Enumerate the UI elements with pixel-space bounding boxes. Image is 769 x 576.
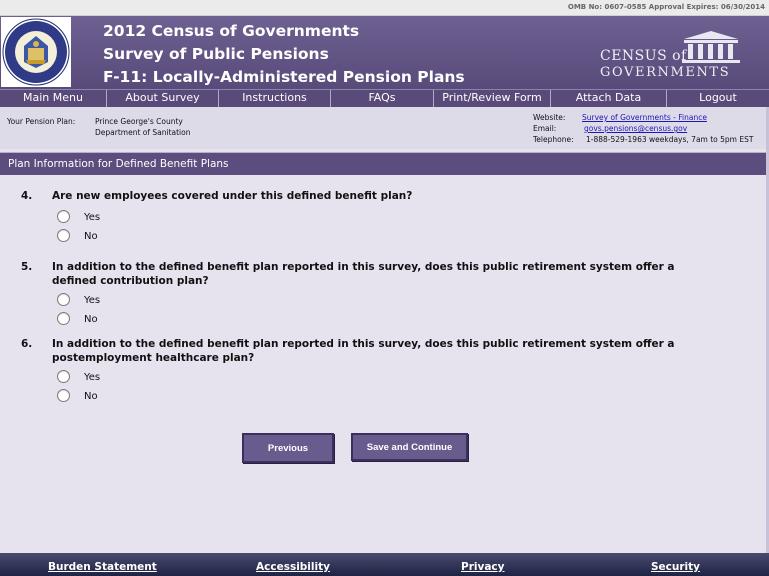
capitol-columns-icon [682,31,740,63]
question-6-number: 6. [21,338,33,350]
question-6-yes-radio[interactable] [57,370,70,383]
previous-button[interactable]: Previous [242,433,334,463]
accessibility-link[interactable]: Accessibility [256,561,330,573]
header-title-line1: 2012 Census of Governments [103,22,360,40]
website-link[interactable]: Survey of Governments - Finance [582,113,707,122]
pension-plan-info: Your Pension Plan: Prince George's Count… [0,107,769,149]
email-link[interactable]: govs.pensions@census.gov [584,124,687,133]
privacy-link[interactable]: Privacy [461,561,504,573]
nav-about-survey[interactable]: About Survey [107,90,219,107]
question-5-no-label: No [84,314,98,325]
telephone-value: 1-888-529-1963 weekdays, 7am to 5pm EST [586,135,754,144]
question-5-yes-radio[interactable] [57,293,70,306]
nav-logout[interactable]: Logout [667,90,769,107]
census-of-governments-logo: CENSUS of GOVERNMENTS [592,31,750,84]
security-link[interactable]: Security [651,561,700,573]
header-title-line3: F-11: Locally-Administered Pension Plans [103,68,465,86]
main-navigation: Main Menu About Survey Instructions FAQs Pri… [0,89,769,107]
page-header: 2012 Census of Governments Survey of Pub… [0,16,769,89]
question-4-no-label: No [84,231,98,242]
header-title-line2: Survey of Public Pensions [103,45,329,63]
question-4-text: Are new employees covered under this def… [52,190,413,202]
question-4-yes-radio[interactable] [57,210,70,223]
logo-governments-text: GOVERNMENTS [600,65,731,80]
section-header: Plan Information for Defined Benefit Pla… [0,152,769,175]
nav-faqs[interactable]: FAQs [331,90,434,107]
section-title: Plan Information for Defined Benefit Pla… [8,158,229,170]
pension-plan-label: Your Pension Plan: [7,117,76,126]
nav-main-menu[interactable]: Main Menu [0,90,107,107]
question-5-yes-label: Yes [84,295,101,306]
pension-plan-name-line2: Department of Sanitation [95,128,191,137]
save-and-continue-button[interactable]: Save and Continue [351,433,468,461]
top-bar: OMB No: 0607-0585 Approval Expires: 06/3… [0,0,769,16]
question-4-number: 4. [21,190,33,202]
pension-plan-name-line1: Prince George's County [95,117,183,126]
question-6-text: In addition to the defined benefit plan … [52,338,675,364]
logo-census-of-text: CENSUS of [600,48,687,64]
question-4-yes-label: Yes [84,212,101,223]
question-6-yes-label: Yes [84,372,101,383]
nav-print-review-form[interactable]: Print/Review Form [434,90,551,107]
email-label: Email: [533,124,557,133]
question-6-no-radio[interactable] [57,389,70,402]
commerce-seal-logo [1,17,71,87]
question-5-number: 5. [21,261,33,273]
burden-statement-link[interactable]: Burden Statement [48,561,157,573]
telephone-label: Telephone: [533,135,574,144]
question-5-no-radio[interactable] [57,312,70,325]
page-footer: Burden Statement Accessibility Privacy S… [0,553,769,576]
website-label: Website: [533,113,566,122]
nav-attach-data[interactable]: Attach Data [551,90,667,107]
question-5-text: In addition to the defined benefit plan … [52,261,675,287]
nav-instructions[interactable]: Instructions [219,90,331,107]
omb-number: OMB No: 0607-0585 Approval Expires: 06/3… [567,3,765,11]
question-4-no-radio[interactable] [57,229,70,242]
question-6-no-label: No [84,391,98,402]
